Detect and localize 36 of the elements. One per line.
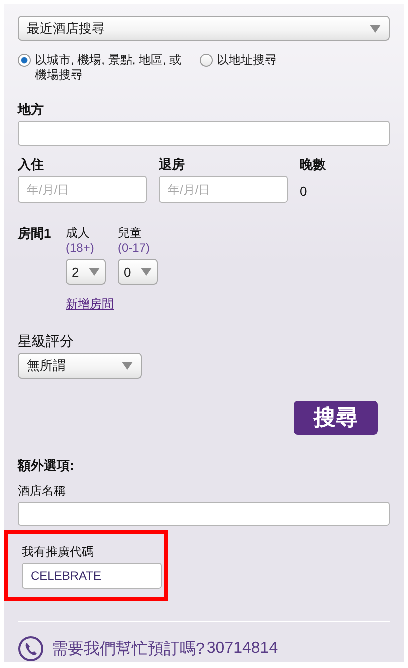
age-range: (18+) (66, 242, 96, 256)
field-label: 入住 (18, 156, 45, 174)
hotel-name-field[interactable] (18, 502, 390, 526)
caret-icon (370, 24, 381, 33)
children-dropdown[interactable]: 0 (118, 259, 158, 286)
phone-number[interactable]: 30714814 (206, 640, 278, 658)
help-text: 需要我們幫忙預訂嗎? (52, 640, 205, 660)
room-label: 房間1 (18, 225, 52, 244)
caret-icon (89, 268, 100, 276)
star-rating-dropdown[interactable]: 無所謂 (18, 353, 142, 380)
search-mode-radio[interactable]: 以地址搜尋 (200, 53, 310, 84)
check-in-field[interactable]: 年/月/日 (18, 176, 147, 204)
phone-icon (18, 636, 44, 662)
age-range: (0-17) (118, 242, 152, 256)
field-label: 我有推廣代碼 (22, 544, 95, 562)
radio-icon[interactable] (200, 54, 213, 68)
search-mode-radio[interactable]: 以城市, 機場, 景點, 地區, 或機場搜尋 (18, 53, 188, 84)
adults-label: 成人 (66, 225, 91, 242)
add-room-link[interactable]: 新增房間 (66, 297, 114, 312)
field-label: 退房 (159, 156, 186, 174)
adults-dropdown[interactable]: 2 (66, 259, 106, 286)
recent-search-dropdown[interactable]: 最近酒店搜尋 (18, 16, 390, 42)
field-label: 酒店名稱 (18, 482, 67, 500)
field-label: 星級評分 (18, 333, 75, 352)
caret-icon (122, 362, 133, 370)
children-label: 兒童 (118, 225, 143, 242)
promo-code-field[interactable]: CELEBRATE (22, 563, 162, 590)
radio-icon[interactable] (18, 54, 31, 68)
search-button[interactable]: 搜尋 (294, 401, 378, 435)
field-label: 晚數 (300, 156, 326, 174)
section-title: 額外選項: (18, 456, 76, 475)
caret-icon (141, 268, 152, 276)
destination-field[interactable] (18, 121, 390, 146)
check-out-field[interactable]: 年/月/日 (159, 176, 288, 204)
field-label: 地方 (18, 101, 45, 120)
nights-value: 0 (300, 184, 308, 200)
